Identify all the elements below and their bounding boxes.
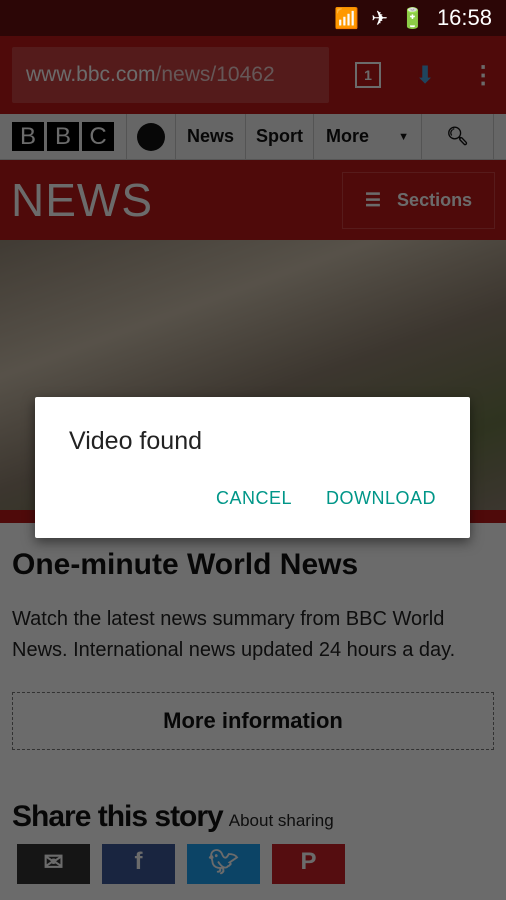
- overflow-menu-icon[interactable]: ⋮: [471, 61, 495, 90]
- bbc-nav: BBC News Sport More ▼ 🔍︎: [0, 114, 506, 160]
- more-information-button[interactable]: More information: [12, 692, 494, 750]
- download-button[interactable]: DOWNLOAD: [326, 488, 436, 509]
- cancel-button[interactable]: CANCEL: [216, 488, 292, 509]
- airplane-icon: ✈: [371, 7, 389, 30]
- battery-charging-icon: 🔋: [400, 7, 425, 30]
- url-path: /news/10462: [155, 63, 275, 86]
- tab-switcher-button[interactable]: 1: [355, 62, 381, 88]
- share-email-button[interactable]: ✉: [17, 844, 90, 884]
- user-icon: [137, 122, 165, 151]
- sections-button[interactable]: ☰ Sections: [342, 171, 495, 229]
- share-pinterest-button[interactable]: P: [272, 844, 345, 884]
- article: One-minute World News Watch the latest n…: [0, 523, 506, 900]
- article-title: One-minute World News: [12, 548, 359, 581]
- status-bar: 📶 ✈ 🔋 16:58: [0, 0, 506, 36]
- nav-more-label: More: [326, 126, 370, 146]
- search-icon[interactable]: 🔍︎: [422, 114, 494, 159]
- share-title: Share this story: [12, 800, 224, 833]
- pinterest-icon: P: [300, 848, 317, 875]
- account-button[interactable]: [127, 114, 176, 159]
- news-header: NEWS ☰ Sections: [0, 160, 506, 240]
- facebook-icon: f: [134, 848, 143, 875]
- share-facebook-button[interactable]: f: [102, 844, 175, 884]
- email-icon: ✉: [43, 849, 64, 876]
- browser-toolbar: www.bbc.com/news/10462 1 ⬇ ⋮: [0, 36, 506, 114]
- nav-more[interactable]: More ▼: [314, 114, 422, 159]
- twitter-icon: 🐦︎: [208, 849, 239, 876]
- wifi-icon: 📶: [334, 7, 360, 30]
- hamburger-icon: ☰: [364, 189, 382, 210]
- nav-sport[interactable]: Sport: [246, 114, 314, 159]
- bbc-logo[interactable]: BBC: [0, 114, 127, 159]
- nav-news[interactable]: News: [176, 114, 246, 159]
- about-sharing-link[interactable]: About sharing: [229, 811, 334, 831]
- share-twitter-button[interactable]: 🐦︎: [187, 844, 260, 884]
- sections-label: Sections: [397, 189, 473, 210]
- url-host: www.bbc.com: [26, 63, 156, 86]
- video-found-dialog: Video found CANCEL DOWNLOAD: [35, 397, 470, 538]
- clock: 16:58: [436, 5, 492, 30]
- caret-down-icon: ▼: [398, 130, 409, 143]
- dialog-title: Video found: [69, 427, 202, 455]
- news-logo[interactable]: NEWS: [11, 173, 153, 227]
- share-buttons: ✉ f 🐦︎ P: [17, 844, 494, 884]
- url-bar[interactable]: www.bbc.com/news/10462: [12, 47, 329, 103]
- article-summary: Watch the latest news summary from BBC W…: [12, 608, 456, 661]
- download-icon[interactable]: ⬇: [415, 61, 435, 90]
- share-header: Share this story About sharing: [12, 800, 494, 834]
